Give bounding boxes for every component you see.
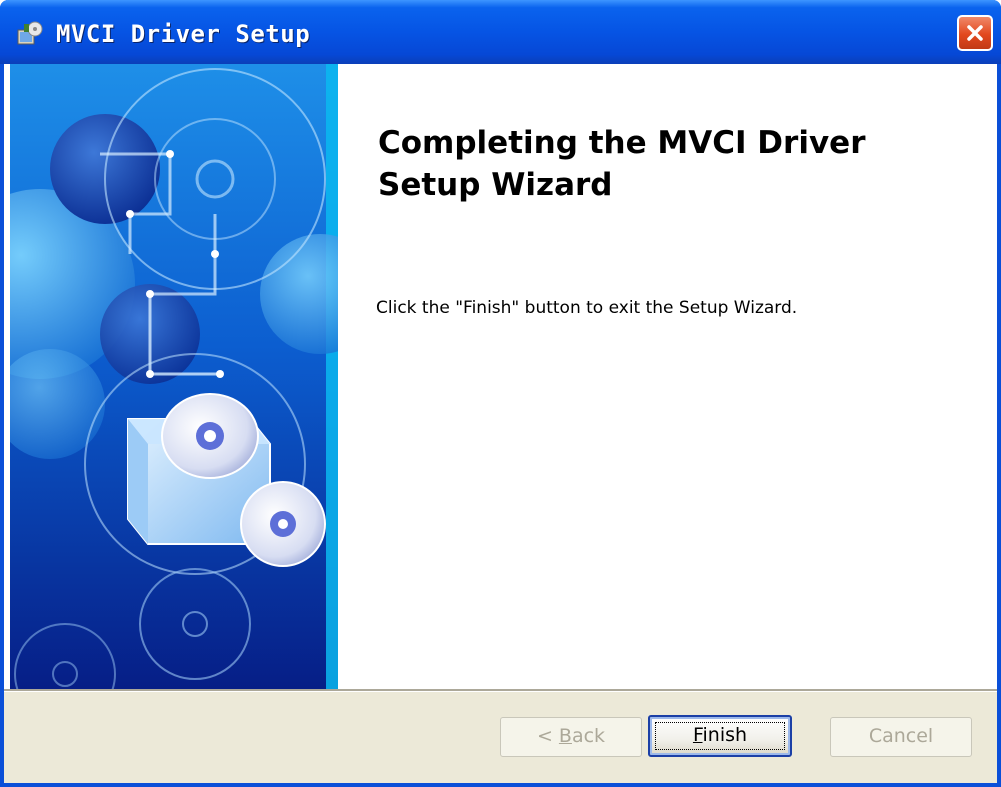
finish-button[interactable]: Finish (648, 715, 792, 757)
page-title: Completing the MVCI Driver Setup Wizard (378, 125, 866, 203)
cd-box-banner-graphic (10, 64, 338, 689)
back-button-prefix: < (536, 725, 559, 747)
focus-rectangle (655, 722, 785, 750)
wizard-content: Completing the MVCI Driver Setup Wizard … (4, 64, 997, 689)
cancel-button-label: Cancel (868, 725, 934, 747)
back-button-mnemonic: B (558, 725, 572, 747)
window-title: MVCI Driver Setup (56, 20, 311, 48)
instruction-text: Click the "Finish" button to exit the Se… (376, 298, 798, 318)
back-button-rest: ack (571, 725, 606, 747)
back-button[interactable]: < Back (500, 717, 642, 757)
installer-icon (17, 21, 43, 45)
setup-wizard-window: MVCI Driver Setup Completing the MVCI Dr… (0, 0, 1001, 787)
title-bar[interactable]: MVCI Driver Setup (0, 0, 1001, 64)
wizard-main-panel: Completing the MVCI Driver Setup Wizard … (338, 64, 997, 689)
close-icon (967, 25, 983, 41)
footer-divider (4, 689, 997, 692)
close-button[interactable] (957, 15, 993, 51)
cancel-button[interactable]: Cancel (830, 717, 972, 757)
